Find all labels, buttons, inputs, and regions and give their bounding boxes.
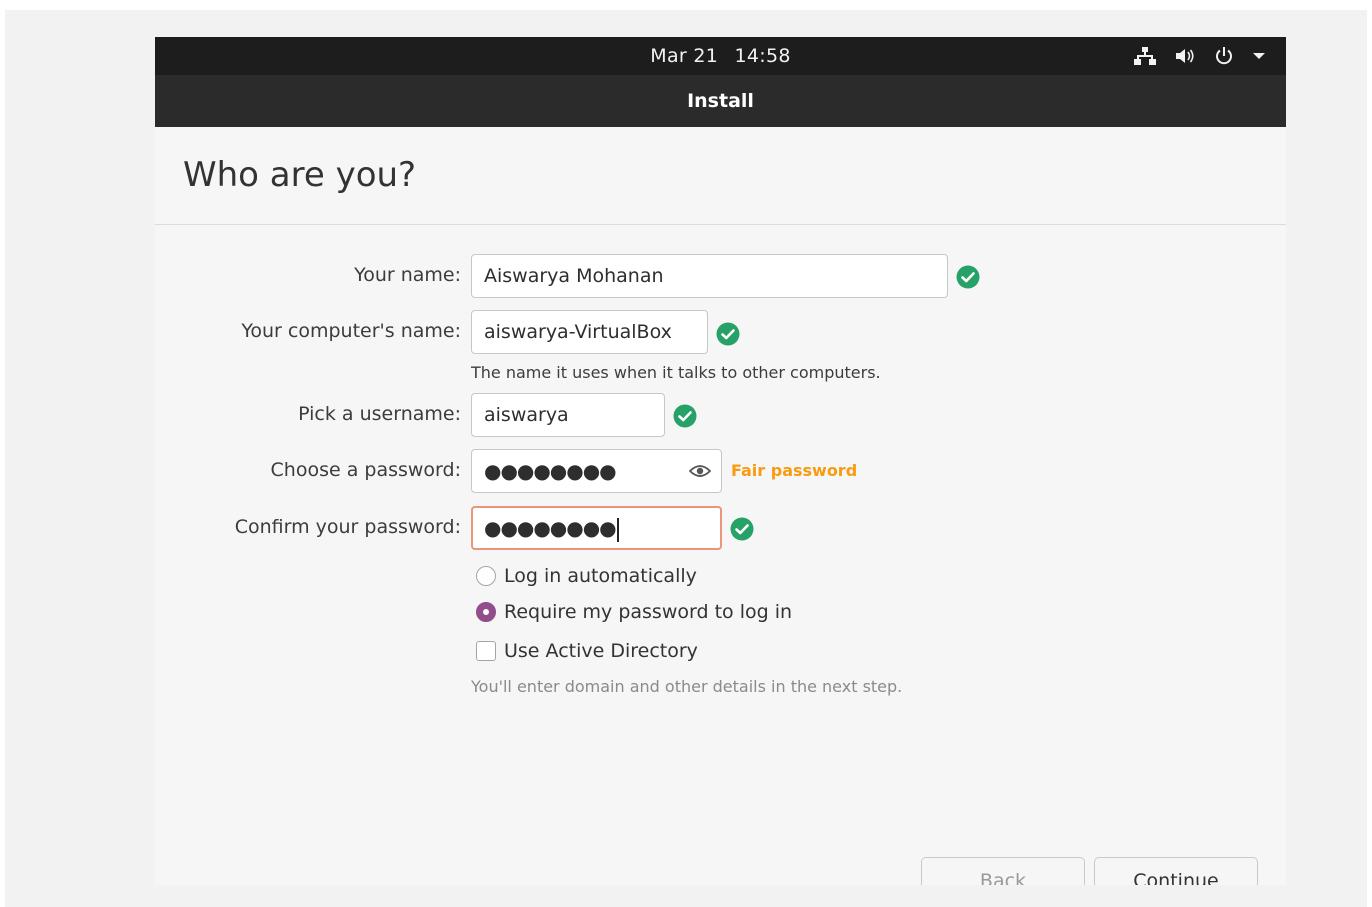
confirm-password-label: Confirm your password: — [234, 516, 461, 538]
require-password-radio[interactable] — [476, 602, 496, 622]
password-strength-label: Fair password — [731, 461, 858, 480]
login-automatically-radio[interactable] — [476, 566, 496, 586]
volume-icon — [1176, 49, 1194, 63]
window-title-bar: Install — [155, 75, 1286, 127]
name-valid-icon — [956, 265, 980, 289]
username-valid-icon — [673, 404, 697, 428]
clock-time: 14:58 — [734, 45, 791, 67]
computer-name-label: Your computer's name: — [241, 320, 461, 342]
computer-name-hint: The name it uses when it talks to other … — [471, 363, 881, 382]
window-title: Install — [687, 90, 754, 112]
require-password-label: Require my password to log in — [504, 601, 793, 623]
name-label: Your name: — [354, 264, 461, 286]
confirm-password-valid-icon — [730, 517, 754, 541]
system-tray[interactable] — [1134, 45, 1266, 67]
password-input[interactable]: ●●●●●●●● — [471, 449, 722, 493]
page-header: Who are you? — [155, 127, 1286, 225]
confirm-password-input[interactable]: ●●●●●●●● — [471, 506, 722, 550]
page-title: Who are you? — [183, 155, 417, 195]
active-directory-label: Use Active Directory — [504, 640, 698, 662]
caret-down-icon — [1253, 53, 1265, 59]
username-input[interactable]: aiswarya — [471, 393, 665, 437]
password-masked-value: ●●●●●●●● — [484, 459, 617, 483]
back-button[interactable]: Back — [921, 857, 1085, 885]
clock-date: Mar 21 — [650, 45, 719, 67]
computer-name-valid-icon — [716, 322, 740, 346]
show-password-eye-icon[interactable] — [689, 461, 711, 481]
text-caret — [616, 517, 619, 542]
network-icon — [1134, 47, 1156, 65]
top-panel: Mar 21 14:58 — [155, 37, 1286, 76]
power-icon — [1216, 47, 1232, 65]
active-directory-hint: You'll enter domain and other details in… — [471, 677, 903, 696]
name-input[interactable]: Aiswarya Mohanan — [471, 254, 948, 298]
require-password-option[interactable]: Require my password to log in — [476, 601, 792, 623]
password-label: Choose a password: — [270, 459, 461, 481]
login-automatically-label: Log in automatically — [504, 565, 697, 587]
continue-button[interactable]: Continue — [1094, 857, 1258, 885]
username-label: Pick a username: — [298, 403, 461, 425]
login-automatically-option[interactable]: Log in automatically — [476, 565, 697, 587]
confirm-password-masked-value: ●●●●●●●● — [484, 516, 617, 540]
installer-screen: Mar 21 14:58 Install Who are you? Your n… — [155, 37, 1286, 885]
computer-name-input[interactable]: aiswarya-VirtualBox — [471, 310, 708, 354]
clock[interactable]: Mar 21 14:58 — [155, 37, 1286, 75]
active-directory-option[interactable]: Use Active Directory — [476, 640, 698, 662]
active-directory-checkbox[interactable] — [476, 641, 496, 661]
